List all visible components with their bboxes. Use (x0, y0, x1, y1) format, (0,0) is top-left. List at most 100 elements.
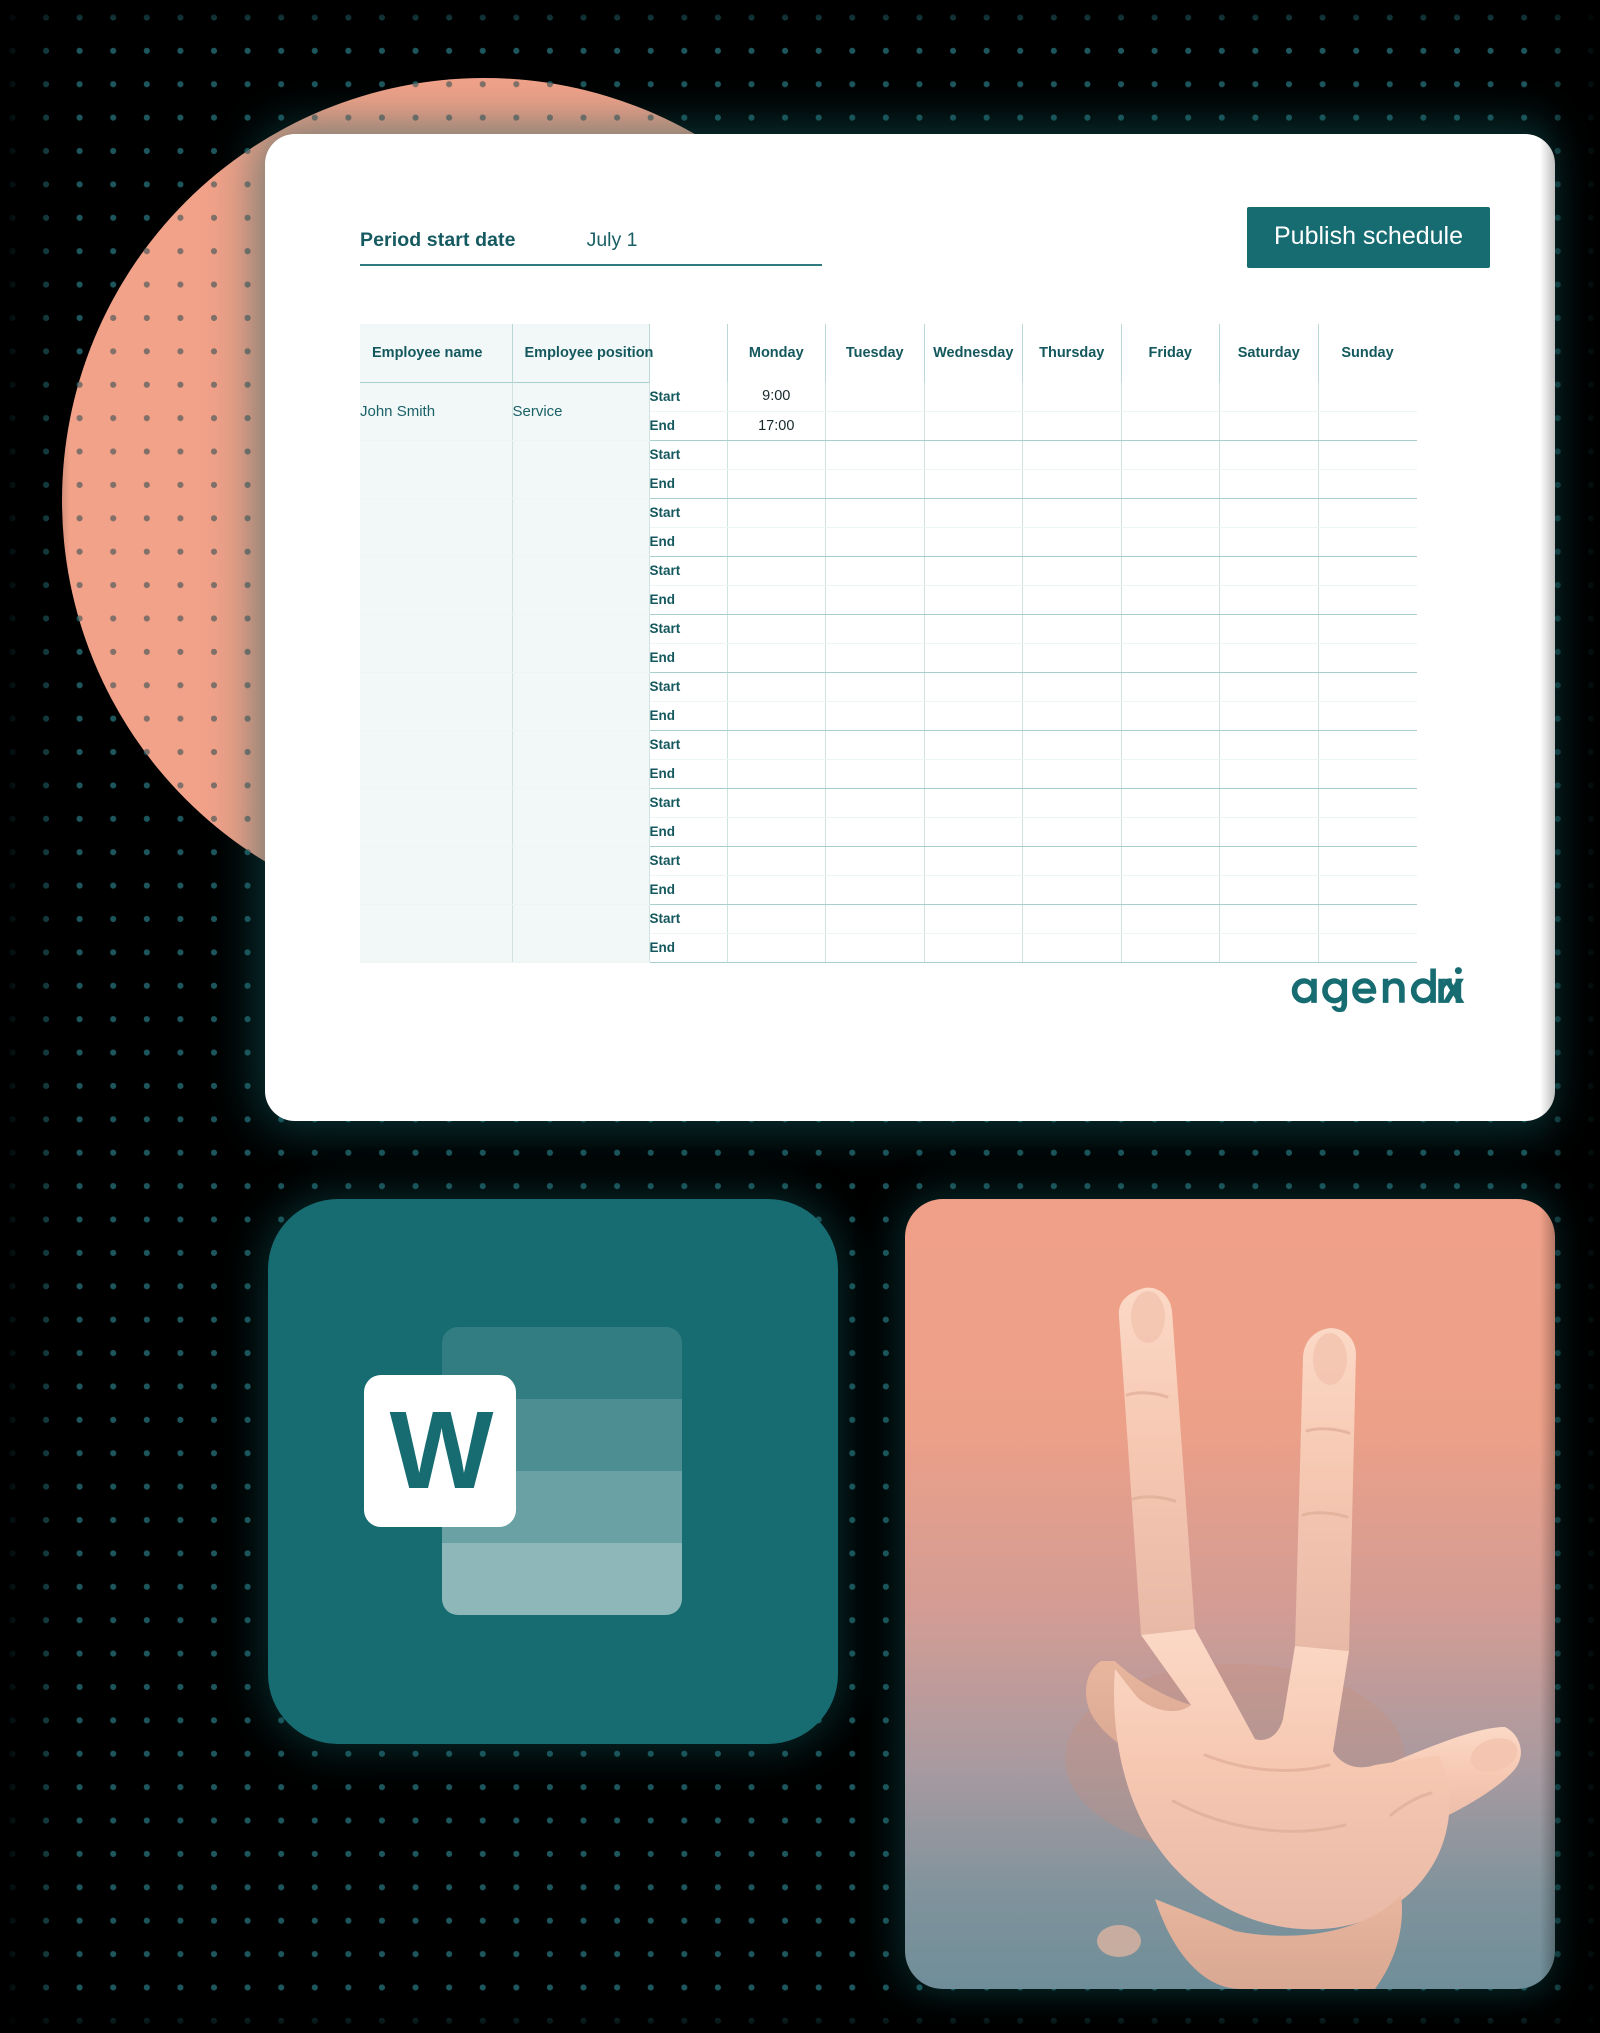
cell-start-tuesday[interactable] (825, 730, 925, 760)
cell-end-wednesday[interactable] (924, 875, 1023, 905)
cell-start-sunday[interactable] (1318, 614, 1417, 644)
cell-end-wednesday[interactable] (924, 585, 1023, 615)
cell-start-friday[interactable] (1121, 730, 1220, 760)
cell-end-thursday[interactable] (1022, 527, 1122, 557)
cell-start-thursday[interactable] (1022, 440, 1122, 470)
cell-start-friday[interactable] (1121, 904, 1220, 934)
cell-end-friday[interactable] (1121, 643, 1220, 673)
cell-end-monday[interactable] (727, 469, 826, 499)
cell-end-thursday[interactable] (1022, 411, 1122, 441)
cell-start-wednesday[interactable] (924, 672, 1023, 702)
cell-end-saturday[interactable] (1219, 527, 1319, 557)
cell-start-sunday[interactable] (1318, 904, 1417, 934)
cell-end-tuesday[interactable] (825, 759, 925, 789)
cell-end-wednesday[interactable] (924, 817, 1023, 847)
cell-end-saturday[interactable] (1219, 817, 1319, 847)
cell-end-sunday[interactable] (1318, 759, 1417, 789)
cell-end-wednesday[interactable] (924, 411, 1023, 441)
cell-start-friday[interactable] (1121, 440, 1220, 470)
cell-start-monday[interactable] (727, 788, 826, 818)
cell-start-thursday[interactable] (1022, 556, 1122, 586)
cell-end-monday[interactable] (727, 527, 826, 557)
cell-start-saturday[interactable] (1219, 904, 1319, 934)
cell-start-thursday[interactable] (1022, 498, 1122, 528)
cell-start-wednesday[interactable] (924, 556, 1023, 586)
cell-end-sunday[interactable] (1318, 527, 1417, 557)
cell-start-tuesday[interactable] (825, 556, 925, 586)
cell-start-sunday[interactable] (1318, 672, 1417, 702)
cell-start-sunday[interactable] (1318, 382, 1417, 412)
cell-end-friday[interactable] (1121, 585, 1220, 615)
hand-photo-tile[interactable] (905, 1199, 1555, 1989)
cell-start-friday[interactable] (1121, 556, 1220, 586)
cell-start-monday[interactable] (727, 904, 826, 934)
cell-end-thursday[interactable] (1022, 933, 1122, 963)
cell-end-friday[interactable] (1121, 411, 1220, 441)
cell-end-friday[interactable] (1121, 527, 1220, 557)
cell-end-wednesday[interactable] (924, 469, 1023, 499)
cell-end-friday[interactable] (1121, 759, 1220, 789)
cell-end-saturday[interactable] (1219, 411, 1319, 441)
cell-start-saturday[interactable] (1219, 382, 1319, 412)
cell-end-tuesday[interactable] (825, 469, 925, 499)
cell-employee-name[interactable] (360, 671, 513, 731)
cell-employee-position[interactable] (512, 671, 650, 731)
publish-schedule-button[interactable]: Publish schedule (1246, 207, 1490, 268)
cell-start-thursday[interactable] (1022, 846, 1122, 876)
cell-start-sunday[interactable] (1318, 498, 1417, 528)
cell-end-saturday[interactable] (1219, 759, 1319, 789)
cell-start-monday[interactable] (727, 730, 826, 760)
cell-end-saturday[interactable] (1219, 585, 1319, 615)
cell-end-sunday[interactable] (1318, 701, 1417, 731)
cell-employee-name[interactable] (360, 555, 513, 615)
cell-end-friday[interactable] (1121, 701, 1220, 731)
cell-start-friday[interactable] (1121, 788, 1220, 818)
cell-start-saturday[interactable] (1219, 730, 1319, 760)
cell-end-thursday[interactable] (1022, 817, 1122, 847)
period-start-date-field[interactable]: Period start date July 1 (360, 229, 822, 266)
cell-end-thursday[interactable] (1022, 701, 1122, 731)
cell-employee-position[interactable] (512, 439, 650, 499)
cell-end-wednesday[interactable] (924, 759, 1023, 789)
cell-end-thursday[interactable] (1022, 469, 1122, 499)
cell-end-tuesday[interactable] (825, 411, 925, 441)
cell-end-monday[interactable] (727, 585, 826, 615)
cell-end-monday[interactable] (727, 643, 826, 673)
cell-start-wednesday[interactable] (924, 788, 1023, 818)
cell-start-thursday[interactable] (1022, 382, 1122, 412)
cell-end-saturday[interactable] (1219, 933, 1319, 963)
cell-start-monday[interactable] (727, 846, 826, 876)
cell-end-monday[interactable]: 17:00 (727, 411, 826, 441)
cell-start-sunday[interactable] (1318, 730, 1417, 760)
cell-start-friday[interactable] (1121, 846, 1220, 876)
cell-start-wednesday[interactable] (924, 846, 1023, 876)
cell-end-tuesday[interactable] (825, 933, 925, 963)
cell-end-friday[interactable] (1121, 933, 1220, 963)
cell-end-sunday[interactable] (1318, 411, 1417, 441)
cell-start-thursday[interactable] (1022, 672, 1122, 702)
cell-end-thursday[interactable] (1022, 585, 1122, 615)
cell-start-tuesday[interactable] (825, 672, 925, 702)
cell-start-saturday[interactable] (1219, 498, 1319, 528)
cell-employee-name[interactable] (360, 497, 513, 557)
cell-start-thursday[interactable] (1022, 788, 1122, 818)
cell-start-thursday[interactable] (1022, 614, 1122, 644)
cell-end-sunday[interactable] (1318, 585, 1417, 615)
cell-employee-position[interactable] (512, 497, 650, 557)
cell-start-saturday[interactable] (1219, 556, 1319, 586)
cell-end-sunday[interactable] (1318, 817, 1417, 847)
cell-start-tuesday[interactable] (825, 440, 925, 470)
cell-start-tuesday[interactable] (825, 846, 925, 876)
cell-end-saturday[interactable] (1219, 469, 1319, 499)
cell-end-wednesday[interactable] (924, 933, 1023, 963)
cell-start-thursday[interactable] (1022, 730, 1122, 760)
cell-end-monday[interactable] (727, 933, 826, 963)
cell-end-thursday[interactable] (1022, 643, 1122, 673)
cell-end-sunday[interactable] (1318, 875, 1417, 905)
cell-employee-position[interactable] (512, 555, 650, 615)
cell-start-saturday[interactable] (1219, 846, 1319, 876)
cell-start-friday[interactable] (1121, 382, 1220, 412)
cell-start-monday[interactable] (727, 672, 826, 702)
cell-employee-position[interactable] (512, 613, 650, 673)
cell-start-sunday[interactable] (1318, 556, 1417, 586)
